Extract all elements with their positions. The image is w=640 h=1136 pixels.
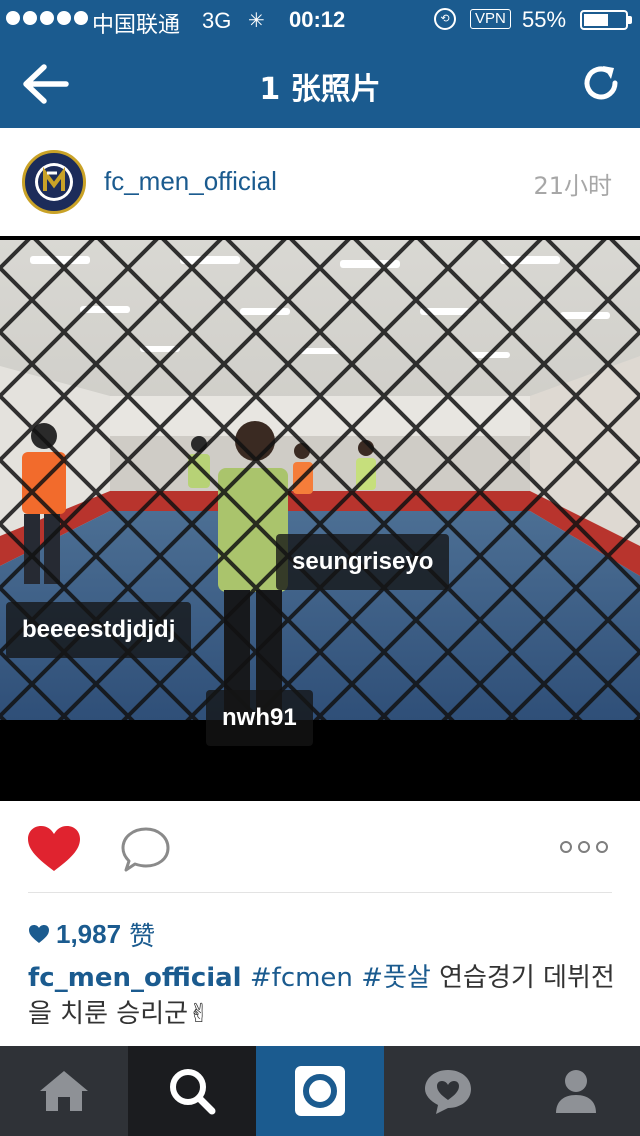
small-heart-icon [29, 925, 49, 943]
network-type: 3G [202, 8, 232, 33]
vpn-badge: VPN [470, 9, 511, 29]
signal-strength-icon [6, 11, 88, 25]
bottom-tab-bar [0, 1046, 640, 1136]
post-actions [0, 801, 640, 893]
post-time: 21小时 [533, 172, 612, 200]
post-photo[interactable]: seungriseyo beeeestdjdjdj nwh91 [0, 236, 640, 801]
divider [28, 892, 612, 893]
more-options-button[interactable] [560, 841, 608, 853]
tab-search[interactable] [128, 1046, 256, 1136]
home-icon [40, 1071, 88, 1111]
tab-profile[interactable] [512, 1046, 640, 1136]
app-header: 中国联通 3G ✳ 00:12 ⟲ VPN 55% 1 张照片 [0, 0, 640, 128]
rotation-lock-icon: ⟲ [434, 8, 456, 30]
photo-user-tag[interactable]: nwh91 [206, 690, 313, 746]
likes-number: 1,987 [56, 918, 122, 949]
carrier-name: 中国联通 [92, 13, 181, 38]
post-caption: fc_men_official #fcmen #풋살 연습경기 데뷔전을 치룬 … [28, 960, 618, 1032]
heart-icon [28, 826, 80, 871]
refresh-icon [584, 66, 618, 100]
photo-user-tag[interactable]: seungriseyo [276, 534, 450, 590]
futsal-court-photo [0, 240, 640, 801]
camera-icon [295, 1066, 345, 1116]
comment-button[interactable] [120, 825, 172, 873]
post-username[interactable]: fc_men_official [104, 166, 277, 197]
search-icon [170, 1069, 216, 1115]
tab-activity[interactable] [384, 1046, 512, 1136]
hashtag-link[interactable]: #풋살 [361, 963, 431, 993]
like-button[interactable] [26, 825, 82, 873]
comment-icon [121, 827, 170, 872]
battery-icon [580, 10, 632, 30]
photo-user-tag[interactable]: beeeestdjdjdj [6, 602, 192, 658]
activity-heart-icon [425, 1070, 471, 1114]
tab-camera[interactable] [256, 1046, 384, 1136]
caption-username[interactable]: fc_men_official [28, 963, 242, 993]
page-title: 1 张照片 [259, 72, 381, 107]
tab-home[interactable] [0, 1046, 128, 1136]
fcmen-logo-icon [27, 155, 81, 209]
status-time: 00:12 [289, 7, 346, 32]
battery-percent: 55% [522, 7, 567, 32]
likes-count[interactable]: 1,987 赞 [28, 914, 155, 954]
loading-spinner-icon: ✳ [248, 10, 265, 32]
refresh-button[interactable] [578, 60, 624, 106]
hashtag-link[interactable]: #fcmen [250, 963, 353, 993]
status-bar: 中国联通 3G ✳ 00:12 ⟲ VPN 55% [0, 0, 640, 40]
likes-label: 赞 [129, 921, 156, 952]
post-header: fc_men_official 21小时 [0, 128, 640, 236]
avatar[interactable] [22, 150, 86, 214]
profile-icon [556, 1070, 596, 1113]
